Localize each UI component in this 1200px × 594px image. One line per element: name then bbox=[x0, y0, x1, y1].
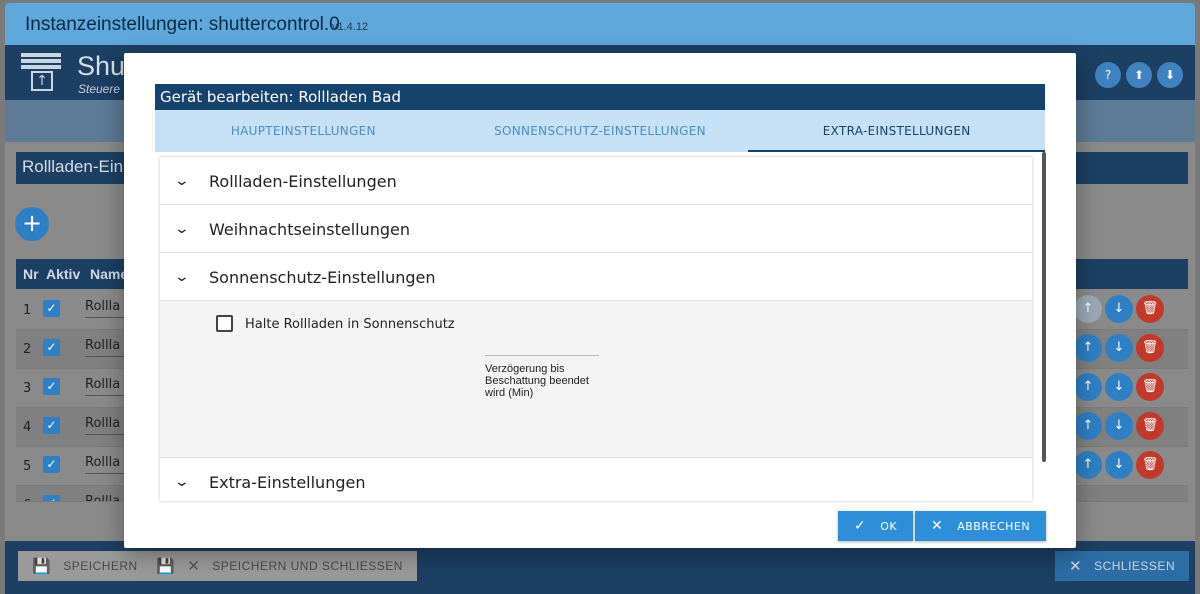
window-title: Instanzeinstellungen: shuttercontrol.0 bbox=[25, 14, 340, 35]
floppy-icon: 💾 bbox=[32, 558, 52, 575]
chevron-down-icon: ⌄ bbox=[173, 173, 191, 189]
accordion-rollladen-einstellungen[interactable]: ⌄ Rollladen-Einstellungen bbox=[160, 157, 1032, 205]
upload-icon[interactable]: ⬆ bbox=[1126, 62, 1152, 88]
tab-haupteinstellungen[interactable]: HAUPTEINSTELLUNGEN bbox=[155, 110, 452, 152]
col-name: Name bbox=[90, 266, 129, 282]
arrow-down-icon[interactable]: ↓ bbox=[1105, 373, 1133, 401]
window-title-bar: Instanzeinstellungen: shuttercontrol.0 v… bbox=[5, 3, 1195, 45]
app-footer: 💾 SPEICHERN 💾 ✕ SPEICHERN UND SCHLIESSEN… bbox=[5, 541, 1195, 594]
tab-sonnenschutz-einstellungen[interactable]: SONNENSCHUTZ-EINSTELLUNGEN bbox=[452, 110, 749, 152]
active-checkbox[interactable]: ✓ bbox=[43, 456, 60, 473]
edit-device-dialog: Gerät bearbeiten: Rollladen Bad HAUPTEIN… bbox=[124, 53, 1076, 548]
download-icon[interactable]: ⬇ bbox=[1157, 62, 1183, 88]
name-field[interactable]: Rollla bbox=[85, 299, 125, 318]
chevron-down-icon: ⌄ bbox=[173, 269, 191, 285]
close-app-button[interactable]: ✕ SCHLIESSEN bbox=[1055, 551, 1190, 581]
panel-title: Rollladen-Ein bbox=[22, 157, 124, 176]
arrow-up-icon[interactable]: ↑ bbox=[1074, 412, 1102, 440]
col-nr: Nr bbox=[23, 266, 39, 282]
delete-icon[interactable]: 🗑 bbox=[1136, 295, 1164, 323]
active-checkbox[interactable]: ✓ bbox=[43, 339, 60, 356]
floppy-icon: 💾 bbox=[156, 558, 176, 575]
arrow-down-icon[interactable]: ↓ bbox=[1105, 295, 1133, 323]
scrollbar[interactable] bbox=[1042, 152, 1046, 462]
arrow-down-icon[interactable]: ↓ bbox=[1105, 451, 1133, 479]
hold-shutter-checkbox[interactable] bbox=[216, 315, 233, 332]
delay-field-label: Verzögerung bis Beschattung beendet wird… bbox=[485, 363, 589, 399]
app-subtitle: Steuere bbox=[78, 82, 121, 96]
delete-icon[interactable]: 🗑 bbox=[1136, 373, 1164, 401]
tab-extra-einstellungen[interactable]: EXTRA-EINSTELLUNGEN bbox=[748, 110, 1045, 152]
close-icon: ✕ bbox=[931, 518, 944, 534]
name-field[interactable]: Rollla bbox=[85, 338, 125, 357]
shutter-logo-icon: ↑ bbox=[21, 53, 65, 93]
chevron-down-icon: ⌄ bbox=[173, 474, 191, 490]
sonnenschutz-panel: Halte Rollladen in Sonnenschutz Verzöger… bbox=[160, 301, 1032, 458]
active-checkbox[interactable]: ✓ bbox=[43, 417, 60, 434]
save-button[interactable]: 💾 SPEICHERN bbox=[18, 551, 152, 581]
close-icon: ✕ bbox=[187, 558, 201, 575]
arrow-up-icon[interactable]: ↑ bbox=[1074, 334, 1102, 362]
delete-icon[interactable]: 🗑 bbox=[1136, 451, 1164, 479]
version-label: v1.4.12 bbox=[332, 21, 369, 33]
accordion-sonnenschutz-einstellungen[interactable]: ⌄ Sonnenschutz-Einstellungen bbox=[160, 253, 1032, 301]
accordion-extra-einstellungen[interactable]: ⌄ Extra-Einstellungen bbox=[160, 458, 1032, 501]
active-checkbox[interactable]: ✓ bbox=[43, 378, 60, 395]
ok-button[interactable]: ✓ OK bbox=[838, 511, 914, 541]
hold-shutter-label: Halte Rollladen in Sonnenschutz bbox=[245, 317, 455, 332]
dialog-tabs: HAUPTEINSTELLUNGEN SONNENSCHUTZ-EINSTELL… bbox=[155, 110, 1045, 152]
add-shutter-button[interactable]: + bbox=[15, 207, 49, 241]
check-icon: ✓ bbox=[854, 518, 867, 534]
dialog-title: Gerät bearbeiten: Rollladen Bad bbox=[155, 84, 1045, 110]
help-icon[interactable]: ? bbox=[1095, 62, 1121, 88]
name-field[interactable]: Rollla bbox=[85, 416, 125, 435]
close-icon: ✕ bbox=[1069, 558, 1083, 575]
arrow-down-icon[interactable]: ↓ bbox=[1105, 412, 1133, 440]
arrow-up-icon[interactable]: ↑ bbox=[1074, 373, 1102, 401]
name-field[interactable]: Rollla bbox=[85, 494, 125, 501]
arrow-down-icon[interactable]: ↓ bbox=[1105, 334, 1133, 362]
save-close-button[interactable]: 💾 ✕ SPEICHERN UND SCHLIESSEN bbox=[142, 551, 417, 581]
cancel-button[interactable]: ✕ ABBRECHEN bbox=[915, 511, 1047, 541]
active-checkbox[interactable]: ✓ bbox=[43, 300, 60, 317]
arrow-up-icon[interactable]: ↑ bbox=[1074, 451, 1102, 479]
delete-icon[interactable]: 🗑 bbox=[1136, 334, 1164, 362]
accordion-weihnachtseinstellungen[interactable]: ⌄ Weihnachtseinstellungen bbox=[160, 205, 1032, 253]
dialog-content: ⌄ Rollladen-Einstellungen ⌄ Weihnachtsei… bbox=[160, 157, 1032, 501]
delete-icon[interactable]: 🗑 bbox=[1136, 412, 1164, 440]
delay-input[interactable] bbox=[485, 355, 599, 356]
name-field[interactable]: Rollla bbox=[85, 377, 125, 396]
name-field[interactable]: Rollla bbox=[85, 455, 125, 474]
col-active: Aktiv bbox=[46, 266, 81, 282]
arrow-up-icon: ↑ bbox=[1074, 295, 1102, 323]
chevron-down-icon: ⌄ bbox=[173, 221, 191, 237]
active-checkbox[interactable]: ✓ bbox=[43, 495, 60, 501]
